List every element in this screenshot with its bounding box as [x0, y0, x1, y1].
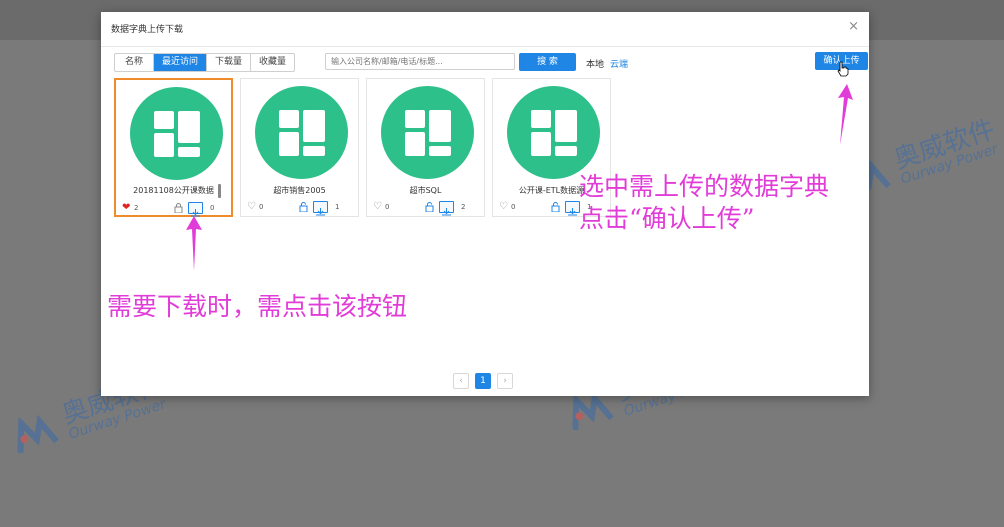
download-count: 0: [210, 204, 215, 212]
download-button[interactable]: [313, 201, 328, 216]
lock-icon: [174, 203, 183, 213]
dashboard-layout-icon: [531, 110, 577, 156]
download-icon: [442, 208, 451, 216]
tab-name[interactable]: 名称: [115, 54, 154, 71]
dictionary-card[interactable]: 20181108公开课数据 ❤ 2 0: [114, 78, 233, 217]
download-button[interactable]: [439, 201, 454, 216]
dictionary-card[interactable]: 超市SQL ♡ 0 2: [366, 78, 485, 217]
heart-outline-icon[interactable]: ♡: [499, 201, 508, 213]
card-footer: ❤ 2 0: [122, 202, 225, 217]
dialog-header: 数据字典上传下载 ×: [101, 12, 869, 47]
download-button[interactable]: [565, 201, 580, 216]
tab-recent[interactable]: 最近访问: [154, 54, 208, 71]
sort-tabs: 名称 最近访问 下载量 收藏量: [114, 53, 296, 72]
card-footer: ♡ 0 2: [373, 201, 478, 216]
download-count: 2: [461, 203, 466, 211]
dictionary-name: 超市SQL: [409, 186, 442, 195]
favorite-count: 0: [259, 203, 264, 211]
heart-icon[interactable]: ❤: [122, 202, 130, 214]
download-button[interactable]: [188, 202, 203, 217]
source-local[interactable]: 本地: [586, 57, 604, 70]
tab-downloads[interactable]: 下载量: [207, 54, 252, 71]
watermark-brand-en: Ourway Power: [66, 396, 169, 443]
search-input[interactable]: [325, 53, 515, 70]
download-icon: [568, 208, 577, 216]
unlock-icon: [299, 202, 308, 212]
dictionary-card[interactable]: 超市销售2005 ♡ 0 1: [240, 78, 359, 217]
dictionary-thumbnail: [255, 86, 348, 179]
pagination: ‹ 1 ›: [453, 373, 513, 389]
search-button[interactable]: 搜 索: [519, 53, 576, 71]
unlock-icon: [425, 202, 434, 212]
dictionary-thumbnail: [381, 86, 474, 179]
dashboard-layout-icon: [154, 111, 200, 157]
card-footer: ♡ 0 1: [247, 201, 352, 216]
prev-page-button[interactable]: ‹: [453, 373, 469, 389]
hand-cursor-icon: [837, 61, 849, 77]
favorite-count: 0: [385, 203, 390, 211]
download-hint-annotation: 需要下载时，需点击该按钮: [107, 292, 408, 321]
page-1-button[interactable]: 1: [475, 373, 491, 389]
heart-outline-icon[interactable]: ♡: [373, 201, 382, 213]
arrow-up-annotation-icon: [186, 216, 202, 271]
dashboard-layout-icon: [405, 110, 451, 156]
source-cloud[interactable]: 云端: [610, 57, 628, 70]
dictionary-thumbnail: [130, 87, 223, 180]
dialog-title: 数据字典上传下载: [111, 25, 184, 35]
arrow-up-annotation-icon: [838, 84, 853, 145]
watermark-logo-icon: [17, 414, 59, 454]
favorite-count: 2: [134, 204, 139, 212]
scrollbar[interactable]: [218, 184, 221, 198]
dictionary-name: 20181108公开课数据: [133, 186, 214, 195]
download-icon: [316, 208, 325, 216]
unlock-icon: [551, 202, 560, 212]
watermark-brand: 奥威软件: [890, 114, 999, 176]
dictionary-thumbnail: [507, 86, 600, 179]
next-page-button[interactable]: ›: [497, 373, 513, 389]
close-icon[interactable]: ×: [848, 19, 859, 34]
dashboard-layout-icon: [279, 110, 325, 156]
upload-hint-annotation-line1: 选中需上传的数据字典: [579, 172, 830, 201]
tab-favorites[interactable]: 收藏量: [251, 54, 294, 71]
dictionary-name: 超市销售2005: [273, 186, 326, 195]
upload-hint-annotation-line2: 点击“确认上传”: [579, 204, 755, 233]
favorite-count: 0: [511, 203, 516, 211]
download-count: 1: [335, 203, 340, 211]
heart-outline-icon[interactable]: ♡: [247, 201, 256, 213]
watermark-brand-en: Ourway Power: [898, 141, 1001, 188]
